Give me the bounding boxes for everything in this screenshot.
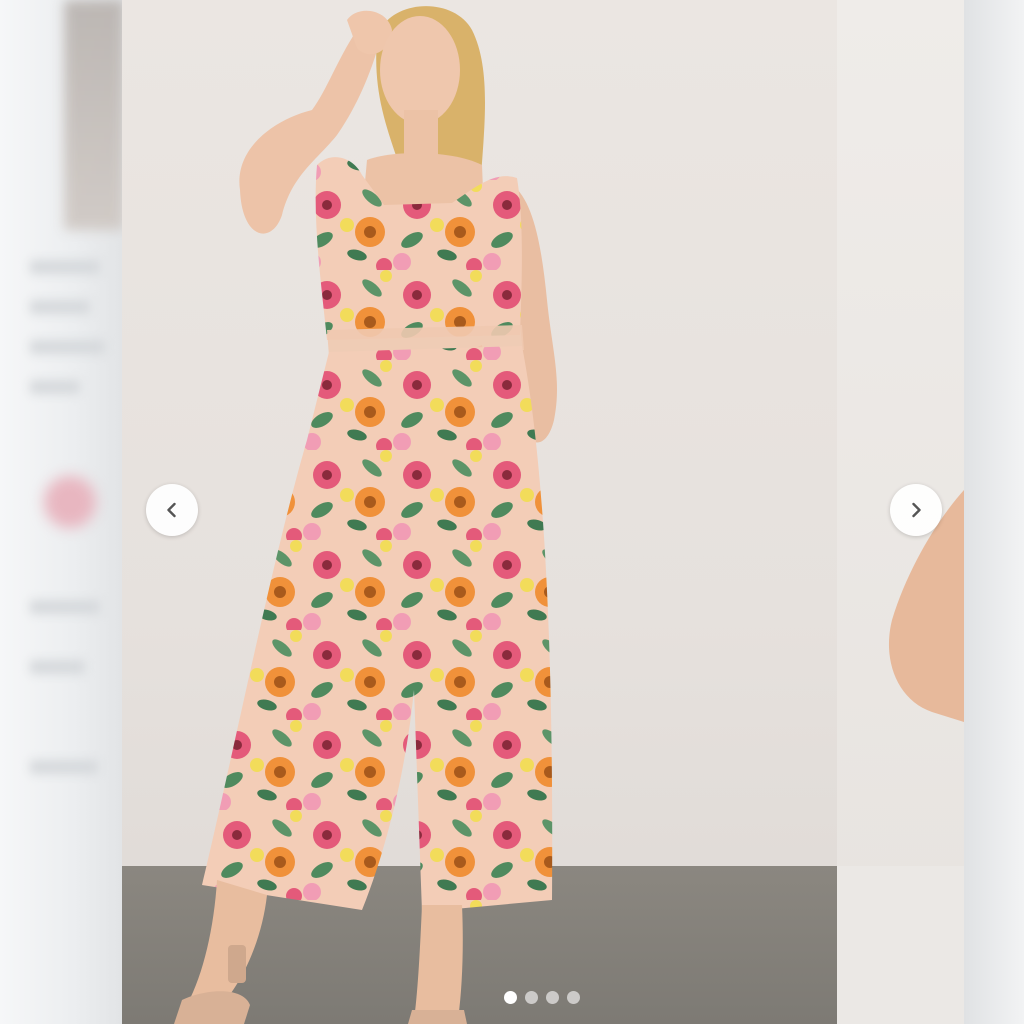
- pagination-dot-1[interactable]: [504, 991, 517, 1004]
- image-viewer: [0, 0, 1024, 1024]
- pagination-dot-2[interactable]: [525, 991, 538, 1004]
- chevron-left-icon: [167, 502, 176, 518]
- chevron-right-icon: [912, 502, 921, 518]
- model-figure: [174, 6, 557, 1024]
- blurred-page-background-right: [964, 0, 1024, 1024]
- product-photo[interactable]: [122, 0, 837, 1024]
- carousel-pagination: [504, 991, 580, 1004]
- pagination-dot-4[interactable]: [567, 991, 580, 1004]
- previous-image-button[interactable]: [146, 484, 198, 536]
- next-image-button[interactable]: [890, 484, 942, 536]
- pagination-dot-3[interactable]: [546, 991, 559, 1004]
- blurred-page-background-left: [0, 0, 122, 1024]
